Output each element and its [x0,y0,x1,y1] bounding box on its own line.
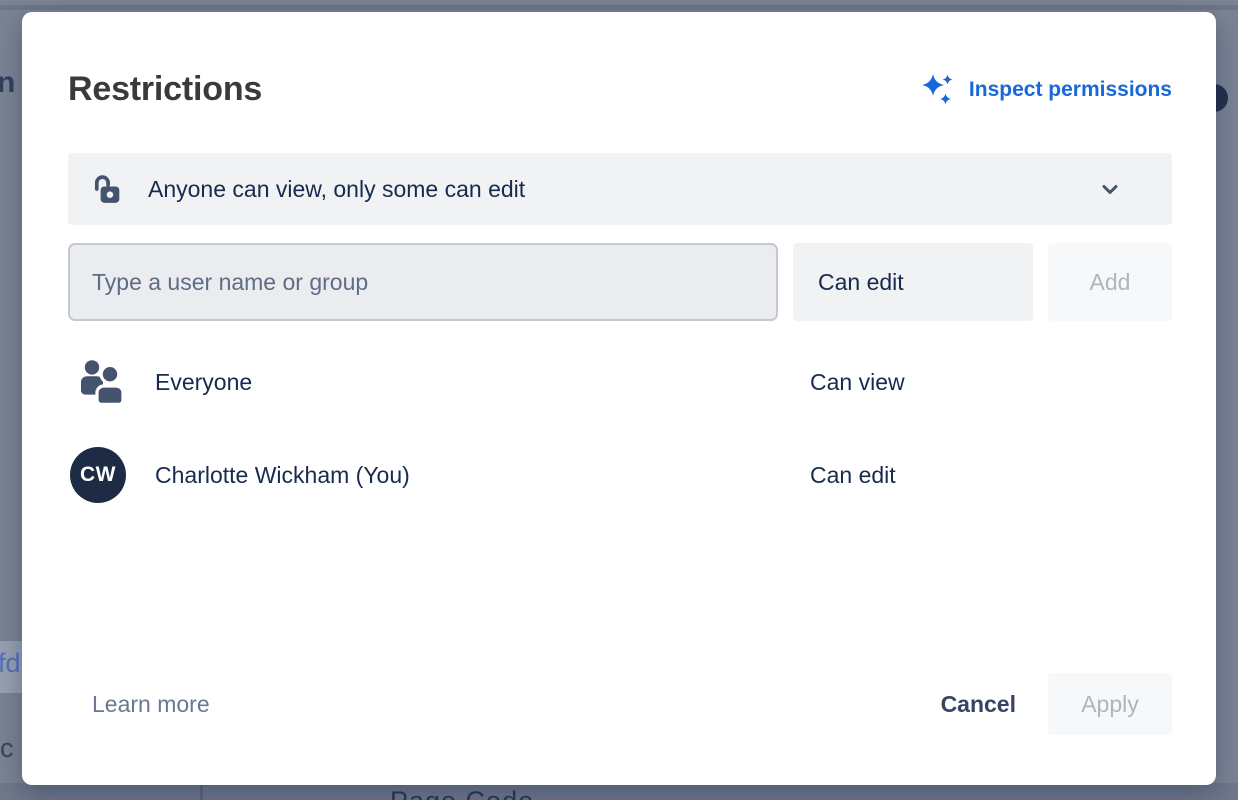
apply-button[interactable]: Apply [1048,673,1172,735]
restriction-list: Everyone Can view CW Charlotte Wickham (… [68,357,1172,673]
learn-more-link[interactable]: Learn more [92,691,210,718]
restriction-permission: Can view [810,369,1172,396]
sparkles-icon [919,71,957,109]
dialog-title: Restrictions [68,70,262,109]
background-column-divider [200,783,203,800]
dialog-header: Restrictions Inspect permissions [68,70,1172,109]
add-button[interactable]: Add [1048,243,1172,321]
people-icon [76,357,128,407]
background-page-text: Page Code [390,786,534,800]
restriction-subject-name: Everyone [155,369,810,396]
restriction-list-row: CW Charlotte Wickham (You) Can edit [68,447,1172,503]
background-text-fragment-bottom: c [0,733,14,764]
inspect-permissions-button[interactable]: Inspect permissions [919,71,1172,109]
user-search-input[interactable] [68,243,778,321]
add-restriction-row: Can edit Add [68,243,1172,321]
restriction-permission: Can edit [810,462,1172,489]
unlock-icon [88,172,122,206]
background-header-line [0,5,1238,10]
avatar: CW [70,447,126,503]
restriction-subject-name: Charlotte Wickham (You) [155,462,810,489]
background-bottom-strip: Page Code [0,783,1238,800]
restrictions-dialog: Restrictions Inspect permissions Anyone … [22,12,1216,785]
inspect-permissions-label: Inspect permissions [969,78,1172,102]
dialog-footer: Learn more Cancel Apply [68,673,1172,735]
chevron-down-icon [1098,177,1122,201]
background-link-fragment: fd [0,648,21,679]
restriction-list-row: Everyone Can view [68,357,1172,407]
visibility-select-value: Anyone can view, only some can edit [148,176,1098,203]
background-text-fragment-top: n [0,66,15,100]
cancel-button[interactable]: Cancel [925,673,1032,735]
permission-select-button[interactable]: Can edit [793,243,1033,321]
visibility-select[interactable]: Anyone can view, only some can edit [68,153,1172,225]
